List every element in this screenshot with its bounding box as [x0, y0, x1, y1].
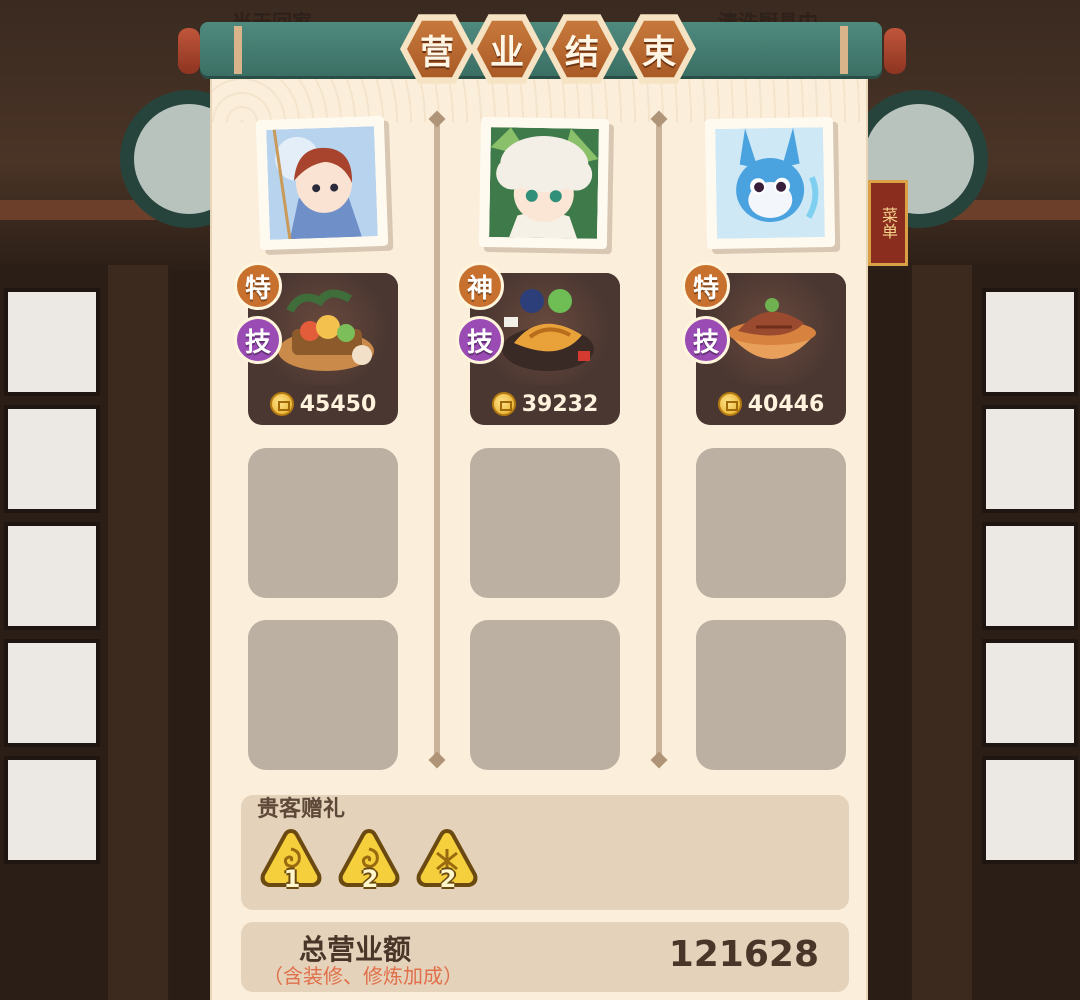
gift-item[interactable]: 2: [415, 827, 479, 893]
chef-avatar: [266, 126, 378, 240]
chef-avatar: [715, 127, 825, 239]
skill-badge-shen: 神: [456, 262, 504, 310]
coin-icon: [269, 392, 294, 416]
earnings-row: 40446: [696, 387, 846, 421]
chef-portrait-1[interactable]: [255, 115, 389, 251]
earnings-row: 45450: [248, 387, 398, 421]
title-char: 营: [407, 20, 467, 78]
empty-dish-slot[interactable]: [696, 620, 846, 770]
column-separator: [434, 125, 440, 755]
earnings-row: 39232: [470, 387, 620, 421]
shoji-panel: [982, 639, 1078, 747]
menu-board[interactable]: 菜单: [868, 180, 908, 266]
shoji-panel: [982, 522, 1078, 630]
empty-dish-slot[interactable]: [470, 620, 620, 770]
gift-count: 2: [439, 865, 457, 893]
title-char: 束: [629, 20, 689, 78]
total-revenue-panel: 总营业额 （含装修、修炼加成） 121628: [241, 922, 849, 992]
gift-title: 贵客赠礼: [257, 797, 346, 822]
fried-fish-platter-icon: [502, 289, 594, 371]
banquet-platter-icon: [278, 289, 374, 371]
title-char: 业: [477, 20, 537, 78]
scroll-stripe: [234, 26, 242, 74]
shoji-panel: [982, 288, 1078, 396]
braised-fish-bowl-icon: [728, 298, 816, 359]
left-pillar: [108, 265, 168, 1000]
skill-badge-te: 特: [682, 262, 730, 310]
chef-earnings: 40446: [747, 391, 825, 417]
total-revenue-note: （含装修、修炼加成）: [263, 964, 463, 988]
chef-earnings: 39232: [521, 391, 599, 417]
empty-dish-slot[interactable]: [470, 448, 620, 598]
empty-dish-slot[interactable]: [248, 620, 398, 770]
shoji-panel: [4, 288, 100, 396]
skill-badge-te: 特: [234, 262, 282, 310]
scroll-cap-right: [884, 28, 906, 74]
coin-icon: [491, 392, 516, 416]
shoji-panel: [4, 639, 100, 747]
title-char: 结: [552, 20, 612, 78]
empty-dish-slot[interactable]: [248, 448, 398, 598]
total-revenue-value: 121628: [668, 934, 819, 975]
skill-badge-ji: 技: [682, 316, 730, 364]
right-pillar: [912, 265, 972, 1000]
coin-icon: [717, 392, 742, 416]
chef-avatar: [489, 127, 599, 239]
gift-item[interactable]: 2: [337, 827, 401, 893]
shoji-panel: [982, 405, 1078, 513]
shoji-panel: [4, 756, 100, 864]
scroll-cap-left: [178, 28, 200, 74]
column-separator: [656, 125, 662, 755]
gift-item[interactable]: 1: [259, 827, 323, 893]
scroll-stripe: [840, 26, 848, 74]
chef-earnings: 45450: [299, 391, 377, 417]
empty-dish-slot[interactable]: [696, 448, 846, 598]
guest-gift-panel: 贵客赠礼 1 2 2: [241, 795, 849, 910]
gift-count: 1: [283, 865, 301, 893]
skill-badge-ji: 技: [234, 316, 282, 364]
shoji-panel: [4, 522, 100, 630]
skill-badge-ji: 技: [456, 316, 504, 364]
shoji-panel: [982, 756, 1078, 864]
gift-count: 2: [361, 865, 379, 893]
chef-portrait-2[interactable]: [478, 116, 610, 250]
shoji-panel: [4, 405, 100, 513]
chef-portrait-3[interactable]: [704, 116, 836, 250]
